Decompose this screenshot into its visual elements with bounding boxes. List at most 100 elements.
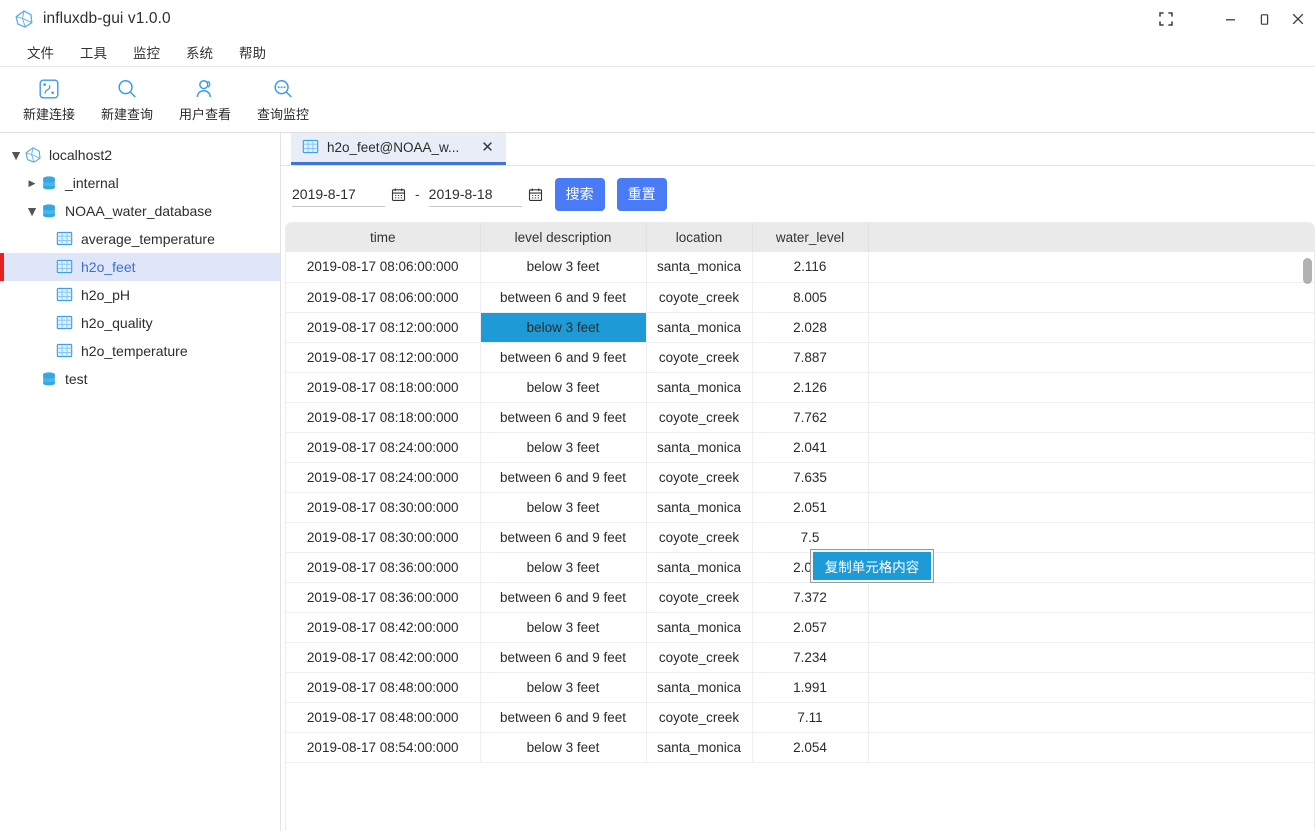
table-cell[interactable] bbox=[868, 432, 1314, 463]
table-cell[interactable]: 2019-08-17 08:48:00:000 bbox=[286, 672, 481, 703]
reset-button[interactable]: 重置 bbox=[616, 177, 667, 211]
context-menu-item-copy-cell[interactable]: 复制单元格内容 bbox=[813, 552, 931, 580]
table-cell[interactable]: coyote_creek bbox=[646, 642, 753, 673]
toolbar-user-view-button[interactable]: 用户查看 bbox=[166, 71, 244, 129]
table-cell[interactable]: 7.372 bbox=[752, 582, 869, 613]
table-cell[interactable]: 2.126 bbox=[752, 372, 869, 403]
calendar-icon[interactable] bbox=[528, 187, 543, 202]
table-cell[interactable]: coyote_creek bbox=[646, 522, 753, 553]
table-cell[interactable] bbox=[868, 672, 1314, 703]
chevron-right-icon[interactable]: ▶ bbox=[24, 175, 40, 191]
table-cell[interactable]: 2.054 bbox=[752, 732, 869, 763]
table-cell[interactable] bbox=[868, 552, 1314, 583]
table-row[interactable]: 2019-08-17 08:06:00:000 below 3 feet santa… bbox=[286, 252, 1314, 283]
sidebar-item-average-temperature[interactable]: average_temperature bbox=[0, 225, 280, 253]
table-cell[interactable]: 2019-08-17 08:18:00:000 bbox=[286, 402, 481, 433]
table-cell[interactable] bbox=[868, 342, 1314, 373]
table-cell[interactable] bbox=[868, 402, 1314, 433]
table-cell[interactable]: 2019-08-17 08:36:00:000 bbox=[286, 582, 481, 613]
table-cell[interactable]: 2019-08-17 08:12:00:000 bbox=[286, 342, 481, 373]
end-date-field[interactable] bbox=[428, 181, 522, 207]
table-cell[interactable] bbox=[868, 642, 1314, 673]
sidebar-item-h2o-quality[interactable]: h2o_quality bbox=[0, 309, 280, 337]
table-cell[interactable]: 2.116 bbox=[752, 252, 869, 283]
table-row[interactable]: 2019-08-17 08:54:00:000 below 3 feet santa… bbox=[286, 732, 1314, 763]
sidebar-item-h2o-temperature[interactable]: h2o_temperature bbox=[0, 337, 280, 365]
table-cell[interactable]: santa_monica bbox=[646, 372, 753, 403]
table-cell[interactable] bbox=[868, 492, 1314, 523]
table-cell[interactable]: 2.041 bbox=[752, 432, 869, 463]
table-cell[interactable]: between 6 and 9 feet bbox=[480, 702, 647, 733]
close-icon[interactable] bbox=[1281, 0, 1315, 38]
table-cell[interactable]: coyote_creek bbox=[646, 342, 753, 373]
calendar-icon[interactable] bbox=[391, 187, 406, 202]
table-cell[interactable]: 7.11 bbox=[752, 702, 869, 733]
sidebar-item-internal[interactable]: ▶ _internal bbox=[0, 169, 280, 197]
table-cell[interactable]: 2019-08-17 08:54:00:000 bbox=[286, 732, 481, 763]
table-cell[interactable]: santa_monica bbox=[646, 612, 753, 643]
sidebar-item-noaa-water-database[interactable]: ▼ NOAA_water_database bbox=[0, 197, 280, 225]
column-header-water-level[interactable]: water_level bbox=[752, 223, 869, 252]
table-cell[interactable]: below 3 feet bbox=[480, 372, 647, 403]
table-row[interactable]: 2019-08-17 08:06:00:000 between 6 and 9 f… bbox=[286, 282, 1314, 313]
table-cell[interactable]: 2.051 bbox=[752, 492, 869, 523]
toolbar-new-query-button[interactable]: 新建查询 bbox=[88, 71, 166, 129]
menu-item-file[interactable]: 文件 bbox=[16, 39, 65, 65]
table-cell[interactable]: below 3 feet bbox=[480, 492, 647, 523]
table-cell[interactable]: 7.635 bbox=[752, 462, 869, 493]
sidebar-item-test[interactable]: test bbox=[0, 365, 280, 393]
table-cell[interactable]: below 3 feet bbox=[480, 732, 647, 763]
table-row[interactable]: 2019-08-17 08:36:00:000 below 3 feet santa… bbox=[286, 552, 1314, 583]
table-cell[interactable] bbox=[868, 312, 1314, 343]
table-row[interactable]: 2019-08-17 08:30:00:000 below 3 feet santa… bbox=[286, 492, 1314, 523]
table-cell[interactable] bbox=[868, 462, 1314, 493]
table-cell[interactable]: 1.991 bbox=[752, 672, 869, 703]
table-cell[interactable] bbox=[868, 612, 1314, 643]
table-cell[interactable]: santa_monica bbox=[646, 672, 753, 703]
table-cell[interactable] bbox=[868, 282, 1314, 313]
table-cell[interactable]: between 6 and 9 feet bbox=[480, 282, 647, 313]
column-header-location[interactable]: location bbox=[646, 223, 753, 252]
sidebar-item-localhost2[interactable]: ▼ localhost2 bbox=[0, 141, 280, 169]
table-cell[interactable]: 2019-08-17 08:06:00:000 bbox=[286, 282, 481, 313]
table-row[interactable]: 2019-08-17 08:12:00:000 below 3 feet santa… bbox=[286, 312, 1314, 343]
menu-item-help[interactable]: 帮助 bbox=[228, 39, 277, 65]
close-icon[interactable]: ✕ bbox=[481, 140, 494, 155]
table-cell[interactable] bbox=[868, 702, 1314, 733]
table-cell[interactable]: 8.005 bbox=[752, 282, 869, 313]
table-cell[interactable] bbox=[868, 582, 1314, 613]
maximize-icon[interactable] bbox=[1247, 0, 1281, 38]
end-date-input[interactable] bbox=[428, 185, 522, 202]
chevron-down-icon[interactable]: ▼ bbox=[24, 203, 40, 219]
table-cell[interactable]: 2.057 bbox=[752, 612, 869, 643]
table-cell[interactable]: between 6 and 9 feet bbox=[480, 522, 647, 553]
table-row[interactable]: 2019-08-17 08:42:00:000 between 6 and 9 f… bbox=[286, 642, 1314, 673]
menu-item-system[interactable]: 系统 bbox=[175, 39, 224, 65]
table-cell[interactable]: between 6 and 9 feet bbox=[480, 642, 647, 673]
table-cell[interactable]: below 3 feet bbox=[480, 252, 647, 283]
table-row[interactable]: 2019-08-17 08:30:00:000 between 6 and 9 f… bbox=[286, 522, 1314, 553]
table-cell[interactable]: 7.762 bbox=[752, 402, 869, 433]
search-button[interactable]: 搜索 bbox=[554, 177, 605, 211]
table-cell[interactable]: coyote_creek bbox=[646, 402, 753, 433]
table-row[interactable]: 2019-08-17 08:48:00:000 below 3 feet santa… bbox=[286, 672, 1314, 703]
table-cell[interactable]: coyote_creek bbox=[646, 702, 753, 733]
table-row[interactable]: 2019-08-17 08:18:00:000 between 6 and 9 f… bbox=[286, 402, 1314, 433]
fullscreen-icon[interactable] bbox=[1149, 0, 1183, 38]
tab-h2o-feet[interactable]: h2o_feet@NOAA_w... ✕ bbox=[291, 133, 506, 165]
table-cell[interactable]: santa_monica bbox=[646, 552, 753, 583]
table-cell[interactable]: below 3 feet bbox=[480, 312, 647, 343]
table-cell[interactable]: 2019-08-17 08:36:00:000 bbox=[286, 552, 481, 583]
table-cell[interactable]: santa_monica bbox=[646, 432, 753, 463]
start-date-field[interactable] bbox=[292, 181, 385, 207]
menu-item-tools[interactable]: 工具 bbox=[69, 39, 118, 65]
table-cell[interactable]: 2019-08-17 08:24:00:000 bbox=[286, 462, 481, 493]
table-cell[interactable]: below 3 feet bbox=[480, 612, 647, 643]
table-cell[interactable]: between 6 and 9 feet bbox=[480, 342, 647, 373]
table-row[interactable]: 2019-08-17 08:12:00:000 between 6 and 9 f… bbox=[286, 342, 1314, 373]
table-row[interactable]: 2019-08-17 08:24:00:000 between 6 and 9 f… bbox=[286, 462, 1314, 493]
table-row[interactable]: 2019-08-17 08:36:00:000 between 6 and 9 f… bbox=[286, 582, 1314, 613]
table-cell[interactable]: below 3 feet bbox=[480, 552, 647, 583]
table-row[interactable]: 2019-08-17 08:24:00:000 below 3 feet santa… bbox=[286, 432, 1314, 463]
table-cell[interactable]: 2.028 bbox=[752, 312, 869, 343]
